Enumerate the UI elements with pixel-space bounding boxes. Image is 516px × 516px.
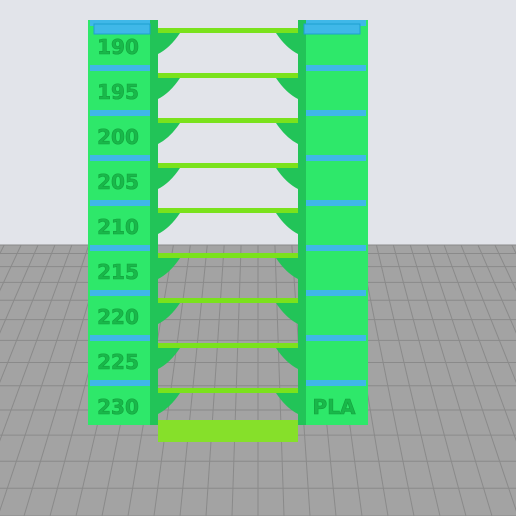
right-block-side — [298, 110, 306, 155]
right-block — [298, 200, 368, 245]
right-block-top — [300, 380, 366, 386]
left-block-side — [150, 200, 158, 245]
left-block-side — [150, 380, 158, 425]
left-top-opening — [93, 23, 151, 35]
temperature-label: 210 — [97, 215, 139, 239]
temperature-label: 230 — [97, 395, 139, 419]
base-plate — [158, 420, 298, 442]
right-block-top — [300, 200, 366, 206]
right-top-opening — [303, 23, 361, 35]
right-block-top — [300, 245, 366, 251]
right-block-side — [298, 290, 306, 335]
left-block-side — [150, 245, 158, 290]
bridge — [158, 343, 298, 348]
bridge — [158, 298, 298, 303]
right-block — [298, 245, 368, 290]
right-block — [298, 110, 368, 155]
right-block — [298, 290, 368, 335]
temperature-label: 220 — [97, 305, 139, 329]
3d-viewport[interactable]: 190 195 200 205 210 215 220 225 230 PLA — [0, 0, 516, 516]
temperature-label: 225 — [97, 350, 139, 374]
temperature-label: 205 — [97, 170, 139, 194]
left-block-side — [150, 155, 158, 200]
right-block-side — [298, 200, 306, 245]
left-block-top — [90, 380, 156, 386]
left-block-side — [150, 65, 158, 110]
temperature-label: 190 — [97, 35, 139, 59]
bridge — [158, 208, 298, 213]
right-block-side — [298, 335, 306, 380]
left-block-top — [90, 200, 156, 206]
left-block-top — [90, 290, 156, 296]
bridge — [158, 388, 298, 393]
right-block-side — [298, 245, 306, 290]
left-block-side — [150, 20, 158, 65]
right-block-top — [300, 65, 366, 71]
right-block-side — [298, 65, 306, 110]
left-block-top — [90, 155, 156, 161]
right-block — [298, 335, 368, 380]
bridge — [158, 253, 298, 258]
right-block — [298, 65, 368, 110]
left-block-side — [150, 110, 158, 155]
right-block-top — [300, 335, 366, 341]
temperature-label: 195 — [97, 80, 139, 104]
bridge — [158, 163, 298, 168]
left-block-side — [150, 290, 158, 335]
right-block-side — [298, 380, 306, 425]
bridge — [158, 73, 298, 78]
right-block — [298, 155, 368, 200]
left-block-top — [90, 245, 156, 251]
temperature-label: 200 — [97, 125, 139, 149]
temperature-label: 215 — [97, 260, 139, 284]
left-block-top — [90, 335, 156, 341]
bridge — [158, 28, 298, 33]
right-block-top — [300, 110, 366, 116]
scene-canvas[interactable]: 190 195 200 205 210 215 220 225 230 PLA — [0, 0, 516, 516]
material-label: PLA — [313, 395, 356, 419]
right-block-top — [300, 155, 366, 161]
right-block-side — [298, 155, 306, 200]
bridge — [158, 118, 298, 123]
left-block-side — [150, 335, 158, 380]
left-block-top — [90, 65, 156, 71]
left-block-top — [90, 110, 156, 116]
right-block-top — [300, 290, 366, 296]
